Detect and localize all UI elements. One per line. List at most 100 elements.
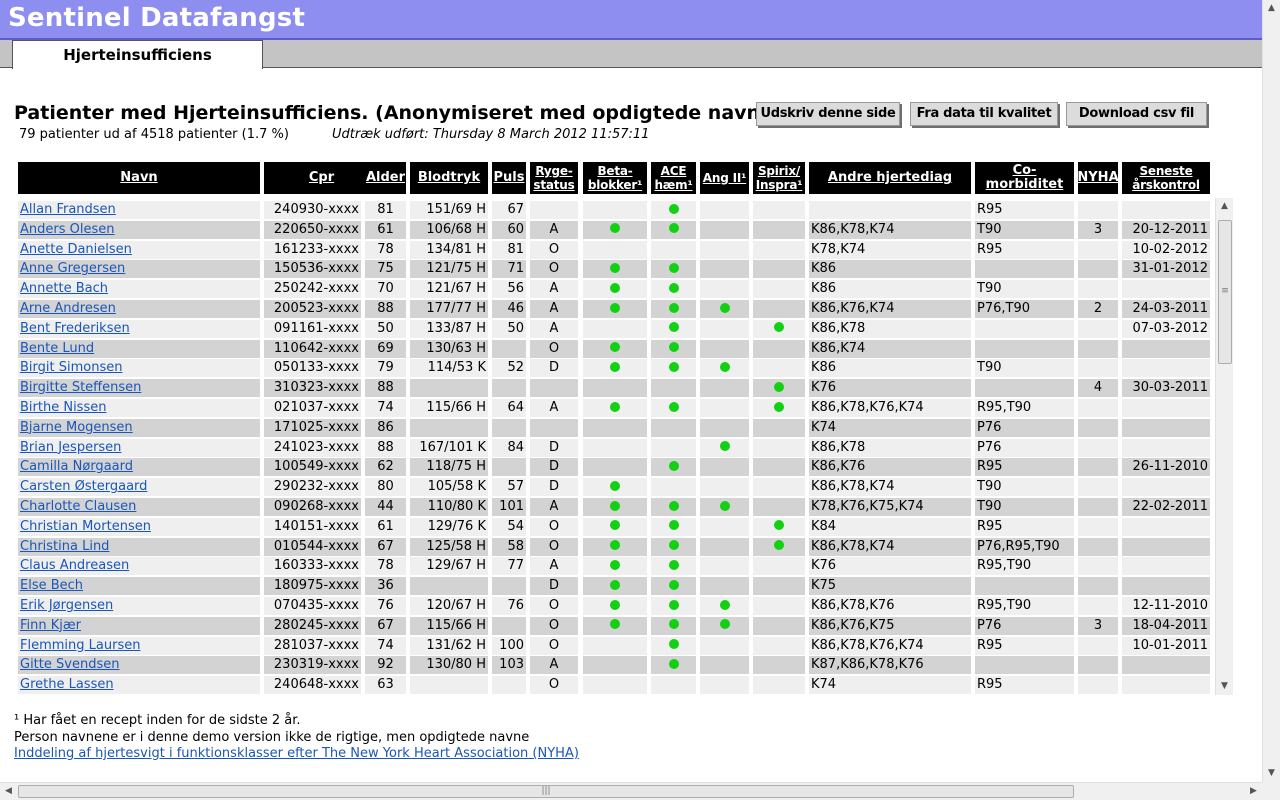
patient-name-link[interactable]: Erik Jørgensen (18, 597, 260, 615)
scroll-left-icon[interactable]: ◀ (0, 783, 17, 800)
heart-diagnoses-cell: K86,K78,K74 (809, 220, 971, 239)
last-control-cell (1122, 676, 1210, 695)
patient-name-link[interactable]: Gitte Svendsen (18, 656, 260, 675)
column-header-spirix[interactable]: Spirix/Inspra¹ (753, 162, 805, 194)
horizontal-scrollbar[interactable]: ◀ ||| ▶ (0, 782, 1262, 800)
patient-name-link[interactable]: Allan Frandsen (18, 201, 260, 219)
spirix-cell (753, 418, 805, 437)
patient-name-link[interactable]: Carsten Østergaard (18, 478, 260, 497)
horizontal-scroll-thumb[interactable]: ||| (18, 785, 1074, 798)
patient-name-link[interactable]: Brian Jespersen (18, 438, 260, 457)
window-scroll-down-icon[interactable]: ▼ (1263, 765, 1280, 782)
prescription-dot-icon (610, 599, 620, 610)
prescription-dot-icon (610, 223, 620, 234)
beta-blocker-cell (583, 240, 647, 259)
beta-blocker-cell (583, 616, 647, 635)
patient-name-link[interactable]: Bjarne Mogensen (18, 418, 260, 437)
prescription-dot-icon (668, 203, 679, 214)
column-header-nyha[interactable]: NYHA (1077, 162, 1119, 194)
comorbidity-cell (975, 656, 1074, 675)
column-header-alder[interactable]: Alder (365, 162, 406, 194)
spirix-cell (753, 636, 805, 655)
beta-blocker-cell (583, 656, 647, 675)
patient-name-link[interactable]: Birgitte Steffensen (18, 379, 260, 398)
smoking-status-cell: O (530, 676, 578, 695)
patient-name-link[interactable]: Arne Andresen (18, 300, 260, 318)
prescription-dot-icon (610, 559, 620, 570)
ang-ii-cell (700, 319, 749, 338)
column-header-blodtryk[interactable]: Blodtryk (410, 162, 488, 194)
blood-pressure-cell: 129/67 H (410, 557, 488, 576)
column-header-ace[interactable]: ACE hæm¹ (651, 162, 696, 194)
patient-name-link[interactable]: Grethe Lassen (18, 676, 260, 695)
patient-name-link[interactable]: Else Bech (18, 577, 260, 596)
spirix-cell (753, 201, 805, 219)
data-to-quality-button[interactable]: Fra data til kvalitet (910, 102, 1058, 126)
cpr-cell: 091161-xxxx (264, 319, 361, 338)
table-header: Navn Cpr Alder Blodtryk Puls Ryge-status… (18, 162, 1214, 194)
patient-name-link[interactable]: Finn Kjær (18, 616, 260, 635)
heart-diagnoses-cell: K87,K86,K78,K76 (809, 656, 971, 675)
cpr-cell: 090268-xxxx (264, 498, 361, 516)
patient-name-link[interactable]: Christina Lind (18, 537, 260, 556)
patient-name-link[interactable]: Bente Lund (18, 339, 260, 358)
print-page-button[interactable]: Udskriv denne side (756, 102, 900, 126)
patient-name-link[interactable]: Birthe Nissen (18, 399, 260, 417)
ace-inhibitor-cell (651, 577, 696, 596)
prescription-dot-icon (668, 619, 679, 630)
prescription-dot-icon (610, 302, 620, 313)
table-row: Anette Danielsen 161233-xxxx 78 134/81 H 81 O… (18, 240, 1214, 261)
blood-pressure-cell (410, 379, 488, 398)
beta-blocker-cell (583, 438, 647, 457)
patient-name-link[interactable]: Christian Mortensen (18, 517, 260, 536)
column-header-ang[interactable]: Ang II¹ (700, 162, 749, 194)
cpr-cell: 281037-xxxx (264, 636, 361, 655)
column-header-hjertediag[interactable]: Andre hjertediag (809, 162, 971, 194)
column-header-betablokker[interactable]: Beta-blokker¹ (583, 162, 647, 194)
patient-name-link[interactable]: Anne Gregersen (18, 260, 260, 279)
scroll-thumb[interactable]: ≡ (1218, 220, 1232, 364)
nyha-info-link[interactable]: Inddeling af hjertesvigt i funktionsklas… (14, 746, 579, 761)
download-csv-button[interactable]: Download csv fil (1066, 102, 1207, 126)
patient-name-link[interactable]: Claus Andreasen (18, 557, 260, 576)
patient-name-link[interactable]: Camilla Nørgaard (18, 458, 260, 477)
nyha-cell (1078, 260, 1118, 279)
patient-name-link[interactable]: Flemming Laursen (18, 636, 260, 655)
patient-name-link[interactable]: Charlotte Clausen (18, 498, 260, 516)
ang-ii-cell (700, 201, 749, 219)
tab-hjerteinsufficiens[interactable]: Hjerteinsufficiens (12, 40, 263, 69)
last-control-cell: 30-03-2011 (1122, 379, 1210, 398)
scroll-down-icon[interactable]: ▼ (1216, 678, 1233, 695)
column-header-rygestatus[interactable]: Ryge-status (530, 162, 578, 194)
nyha-cell (1078, 339, 1118, 358)
patient-name-link[interactable]: Anette Danielsen (18, 240, 260, 259)
spirix-cell (753, 438, 805, 457)
nyha-cell (1078, 418, 1118, 437)
column-header-comorbiditet[interactable]: Co-morbiditet (975, 162, 1074, 194)
smoking-status-cell: O (530, 597, 578, 615)
patient-name-link[interactable]: Annette Bach (18, 280, 260, 299)
patient-name-link[interactable]: Birgit Simonsen (18, 359, 260, 378)
ang-ii-cell (700, 418, 749, 437)
patient-name-link[interactable]: Anders Olesen (18, 220, 260, 239)
pulse-cell: 84 (492, 438, 526, 457)
table-scrollbar[interactable]: ▲ ≡ ▼ (1215, 198, 1233, 695)
column-header-seneste[interactable]: Seneste årskontrol (1122, 162, 1210, 194)
smoking-status-cell: O (530, 616, 578, 635)
column-header-navn[interactable]: Navn (18, 162, 260, 194)
patient-name-link[interactable]: Bent Frederiksen (18, 319, 260, 338)
cpr-cell: 100549-xxxx (264, 458, 361, 477)
scroll-up-icon[interactable]: ▲ (1216, 198, 1233, 215)
table-row: Birthe Nissen 021037-xxxx 74 115/66 H 64 A K86… (18, 399, 1214, 419)
window-scrollbar[interactable]: ▲ ▼ (1262, 0, 1280, 782)
blood-pressure-cell (410, 418, 488, 437)
column-header-puls[interactable]: Puls (492, 162, 526, 194)
comorbidity-cell: R95 (975, 240, 1074, 259)
comorbidity-cell (975, 379, 1074, 398)
ang-ii-cell (700, 260, 749, 279)
comorbidity-cell (975, 339, 1074, 358)
column-header-cpr[interactable]: Cpr (264, 162, 379, 194)
scroll-right-icon[interactable]: ▶ (1245, 783, 1262, 800)
window-scroll-up-icon[interactable]: ▲ (1263, 0, 1280, 17)
blood-pressure-cell: 118/75 H (410, 458, 488, 477)
